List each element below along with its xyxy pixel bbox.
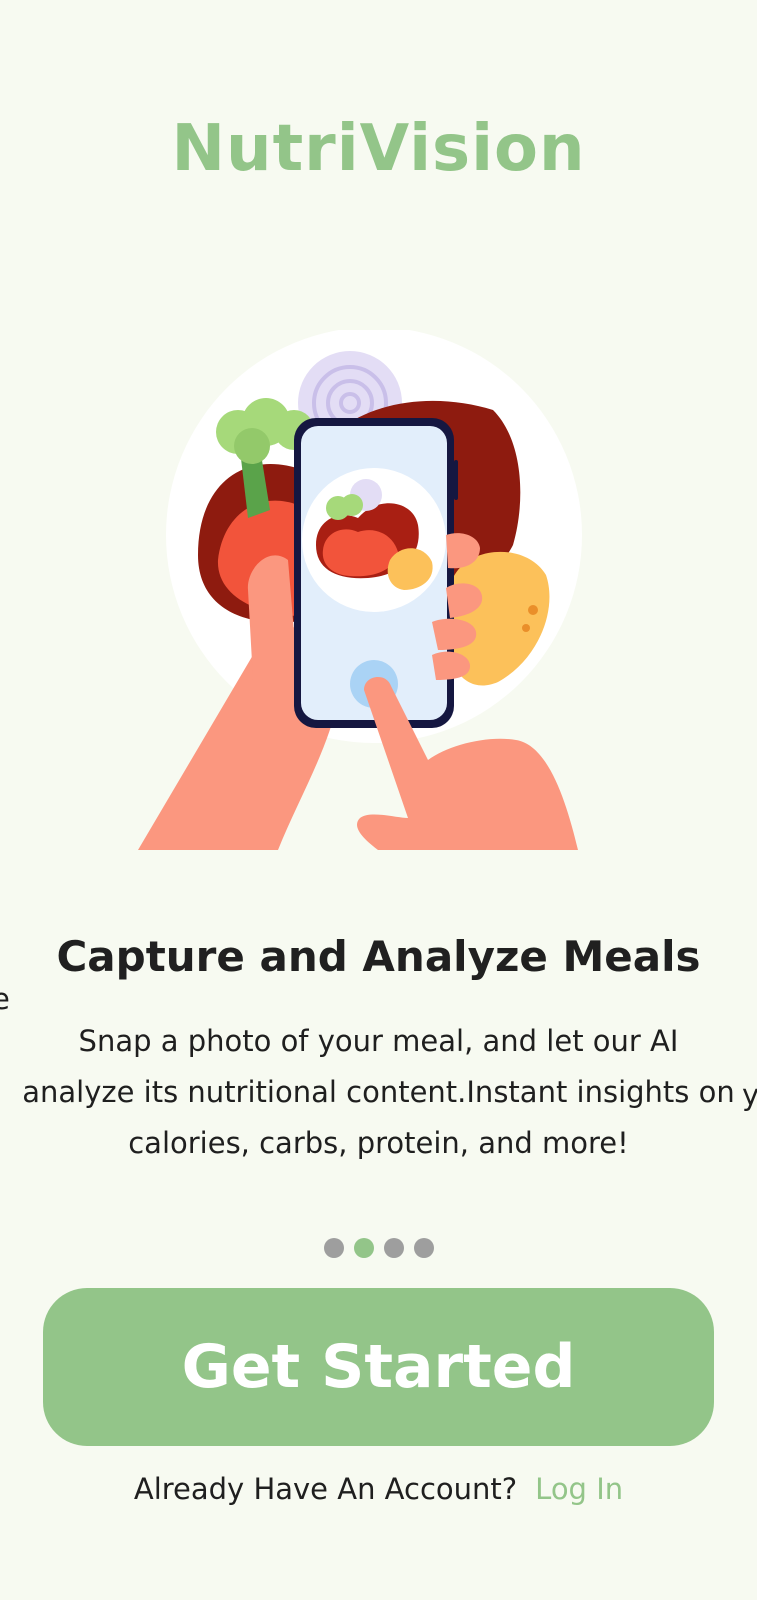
phone-scanning-meal-illustration [128, 330, 608, 870]
page-dot-3[interactable] [383, 1238, 404, 1258]
page-dot-4[interactable] [413, 1238, 434, 1258]
login-prompt-text: Already Have An Account? [133, 1472, 518, 1506]
app-title: NutriVision [171, 112, 586, 186]
page-indicator [0, 1238, 757, 1258]
get-started-button[interactable]: Get Started [43, 1288, 714, 1446]
onboarding-title: Capture and Analyze Meals [56, 932, 701, 981]
page-dot-2-active[interactable] [353, 1238, 374, 1258]
login-prompt-row: Already Have An Account? Log In [0, 1472, 757, 1506]
page-dot-1[interactable] [323, 1238, 344, 1258]
next-slide-peek-text: y [742, 1078, 757, 1112]
previous-slide-peek-text: e [0, 982, 10, 1016]
onboarding-description: Snap a photo of your meal, and let our A… [22, 1024, 735, 1160]
onboarding-screen: NutriVision Capture and Analyze Meals e … [0, 0, 757, 1600]
login-link[interactable]: Log In [535, 1472, 623, 1506]
